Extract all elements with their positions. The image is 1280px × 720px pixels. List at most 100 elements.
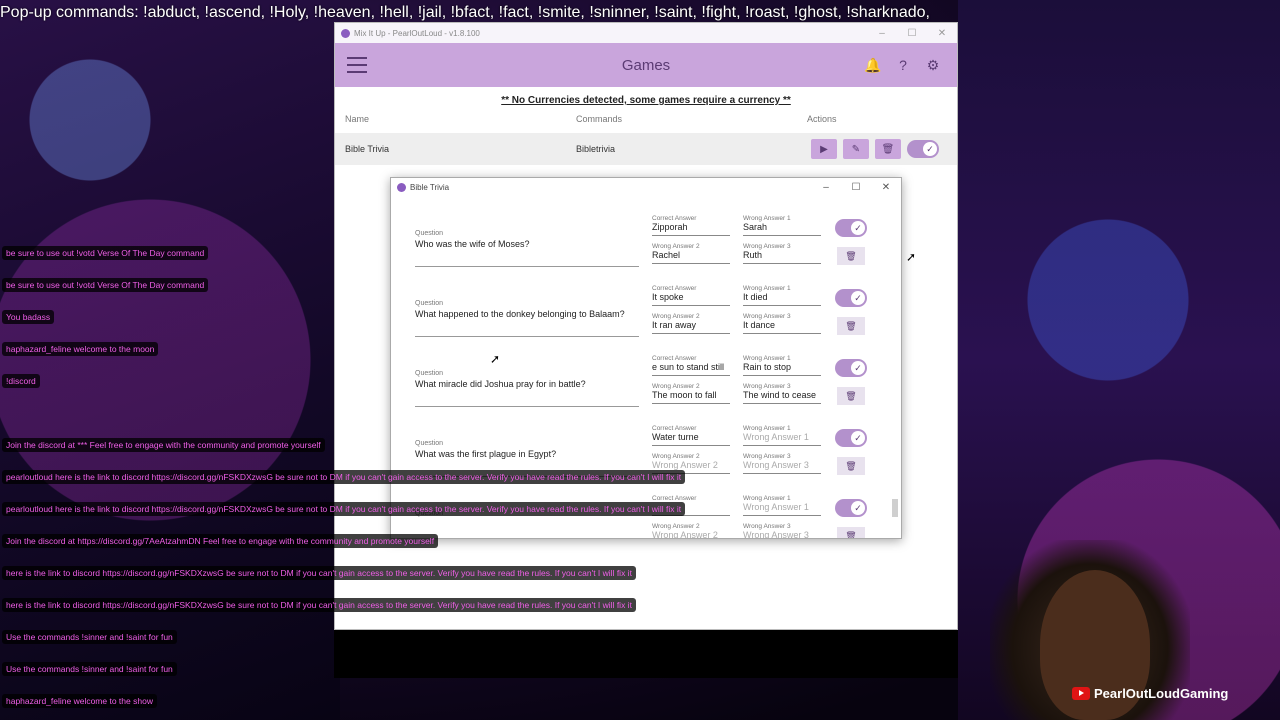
currency-notice: ** No Currencies detected, some games re… (501, 95, 791, 106)
games-table-header: Name Commands Actions (335, 114, 957, 128)
trivia-question-row: Question Who was the wife of Moses? Corr… (391, 215, 891, 282)
dialog-maximize-icon[interactable]: ☐ (841, 182, 871, 193)
question-field[interactable]: What happened to the donkey belonging to… (415, 309, 639, 337)
correct-answer-field[interactable]: Correct Answer Zipporah (652, 215, 730, 236)
wrong-answer-3-field[interactable]: Wrong Answer 3 Wrong Answer 3 (743, 523, 821, 538)
question-field[interactable]: Who was the wife of Moses? (415, 239, 639, 267)
question-enabled-toggle[interactable] (835, 219, 867, 237)
wrong-answer-2-label: Wrong Answer 2 (652, 243, 700, 250)
gear-icon[interactable]: ⚙ (923, 55, 943, 75)
chat-message-text: be sure to use out !votd Verse Of The Da… (2, 278, 209, 292)
wrong-answer-3-field[interactable]: Wrong Answer 3 It dance (743, 313, 821, 334)
wrong-answer-3-value: Ruth (743, 250, 821, 264)
wrong-answer-2-field[interactable]: Wrong Answer 2 Rachel (652, 243, 730, 264)
wrong-answer-1-label: Wrong Answer 1 (743, 355, 791, 362)
minimize-icon[interactable]: – (867, 28, 897, 39)
wrong-answer-1-value: Rain to stop (743, 362, 821, 376)
wrong-answer-2-field[interactable]: Wrong Answer 2 It ran away (652, 313, 730, 334)
wrong-answer-3-field[interactable]: Wrong Answer 3 The wind to cease (743, 383, 821, 404)
wrong-answer-2-value: The moon to fall (652, 390, 730, 404)
scroll-thumb[interactable] (892, 499, 898, 517)
chat-message-text: here is the link to discord https://disc… (2, 566, 636, 580)
question-enabled-toggle[interactable] (835, 359, 867, 377)
chat-message: Use the commands !sinner and !saint for … (2, 629, 177, 644)
wrong-answer-1-value: Wrong Answer 1 (743, 502, 821, 516)
chat-message: here is the link to discord https://disc… (2, 565, 636, 580)
wrong-answer-2-field[interactable]: Wrong Answer 2 The moon to fall (652, 383, 730, 404)
wrong-answer-1-field[interactable]: Wrong Answer 1 Wrong Answer 1 (743, 495, 821, 516)
chat-message-text: haphazard_feline welcome to the moon (2, 342, 159, 356)
wrong-answer-1-value: It died (743, 292, 821, 306)
wrong-answer-1-label: Wrong Answer 1 (743, 495, 791, 502)
correct-answer-label: Correct Answer (652, 285, 697, 292)
question-enabled-toggle[interactable] (835, 289, 867, 307)
question-field[interactable] (415, 519, 639, 538)
wrong-answer-2-label: Wrong Answer 2 (652, 313, 700, 320)
wrong-answer-2-field[interactable]: Wrong Answer 2 Wrong Answer 2 (652, 523, 730, 538)
mouse-cursor-icon: ➚ (490, 352, 501, 366)
chat-message: be sure to use out !votd Verse Of The Da… (2, 245, 209, 260)
wrong-answer-1-value: Wrong Answer 1 (743, 432, 821, 446)
app-window-title: Mix It Up - PearlOutLoud - v1.8.100 (354, 28, 480, 38)
delete-question-button[interactable]: 🗑 (837, 317, 865, 335)
correct-answer-label: Correct Answer (652, 215, 697, 222)
black-bar (334, 630, 958, 678)
correct-answer-value: It spoke (652, 292, 730, 306)
delete-question-button[interactable]: 🗑 (837, 457, 865, 475)
correct-answer-field[interactable]: Correct Answer It spoke (652, 285, 730, 306)
question-label: Question (415, 230, 444, 237)
delete-button[interactable]: 🗑 (875, 139, 901, 159)
question-label: Question (415, 300, 444, 307)
delete-question-button[interactable]: 🗑 (837, 387, 865, 405)
correct-answer-value: Zipporah (652, 222, 730, 236)
chat-message: haphazard_feline welcome to the moon (2, 341, 159, 356)
delete-question-button[interactable]: 🗑 (837, 527, 865, 538)
wrong-answer-3-value: Wrong Answer 3 (743, 460, 821, 474)
wrong-answer-1-field[interactable]: Wrong Answer 1 Sarah (743, 215, 821, 236)
delete-question-button[interactable]: 🗑 (837, 247, 865, 265)
wrong-answer-1-field[interactable]: Wrong Answer 1 It died (743, 285, 821, 306)
correct-answer-field[interactable]: Correct Answer e sun to stand still (652, 355, 730, 376)
question-enabled-toggle[interactable] (835, 429, 867, 447)
play-button[interactable]: ▶ (811, 139, 837, 159)
wrong-answer-3-field[interactable]: Wrong Answer 3 Wrong Answer 3 (743, 453, 821, 474)
maximize-icon[interactable]: ☐ (897, 28, 927, 39)
column-actions: Actions (807, 114, 837, 124)
game-name: Bible Trivia (345, 144, 390, 154)
correct-answer-field[interactable]: Correct Answer Water turne (652, 425, 730, 446)
edit-button[interactable]: ✎ (843, 139, 869, 159)
chat-message: pearloutloud here is the link to discord… (2, 469, 686, 484)
youtube-icon (1072, 687, 1090, 700)
question-enabled-toggle[interactable] (835, 499, 867, 517)
hamburger-menu-icon[interactable] (347, 57, 367, 73)
chat-message-text: You badass (2, 310, 55, 324)
wrong-answer-2-label: Wrong Answer 2 (652, 383, 700, 390)
question-field[interactable]: What miracle did Joshua pray for in batt… (415, 379, 639, 407)
wrong-answer-3-field[interactable]: Wrong Answer 3 Ruth (743, 243, 821, 264)
wrong-answer-2-value: Rachel (652, 250, 730, 264)
stream-background-left (0, 0, 340, 720)
chat-message: be sure to use out !votd Verse Of The Da… (2, 277, 209, 292)
dialog-logo-icon (397, 182, 406, 192)
correct-answer-value: e sun to stand still (652, 362, 730, 376)
correct-answer-label: Correct Answer (652, 355, 697, 362)
close-icon[interactable]: ✕ (927, 28, 957, 39)
dialog-close-icon[interactable]: ✕ (871, 182, 901, 193)
dialog-scrollbar[interactable] (891, 196, 899, 538)
chat-message-text: pearloutloud here is the link to discord… (2, 502, 686, 516)
wrong-answer-1-field[interactable]: Wrong Answer 1 Rain to stop (743, 355, 821, 376)
column-name: Name (345, 114, 370, 124)
chat-message: You badass (2, 309, 55, 324)
wrong-answer-3-label: Wrong Answer 3 (743, 313, 791, 320)
bell-icon[interactable]: 🔔 (863, 55, 883, 75)
wrong-answer-1-value: Sarah (743, 222, 821, 236)
wrong-answer-1-field[interactable]: Wrong Answer 1 Wrong Answer 1 (743, 425, 821, 446)
game-enabled-toggle[interactable] (907, 140, 939, 158)
dialog-minimize-icon[interactable]: – (811, 182, 841, 193)
app-logo-icon (341, 28, 350, 38)
wrong-answer-3-value: Wrong Answer 3 (743, 530, 821, 538)
wrong-answer-3-label: Wrong Answer 3 (743, 523, 791, 530)
correct-answer-label: Correct Answer (652, 425, 697, 432)
chat-message-text: !discord (2, 374, 40, 388)
help-icon[interactable]: ? (893, 55, 913, 75)
